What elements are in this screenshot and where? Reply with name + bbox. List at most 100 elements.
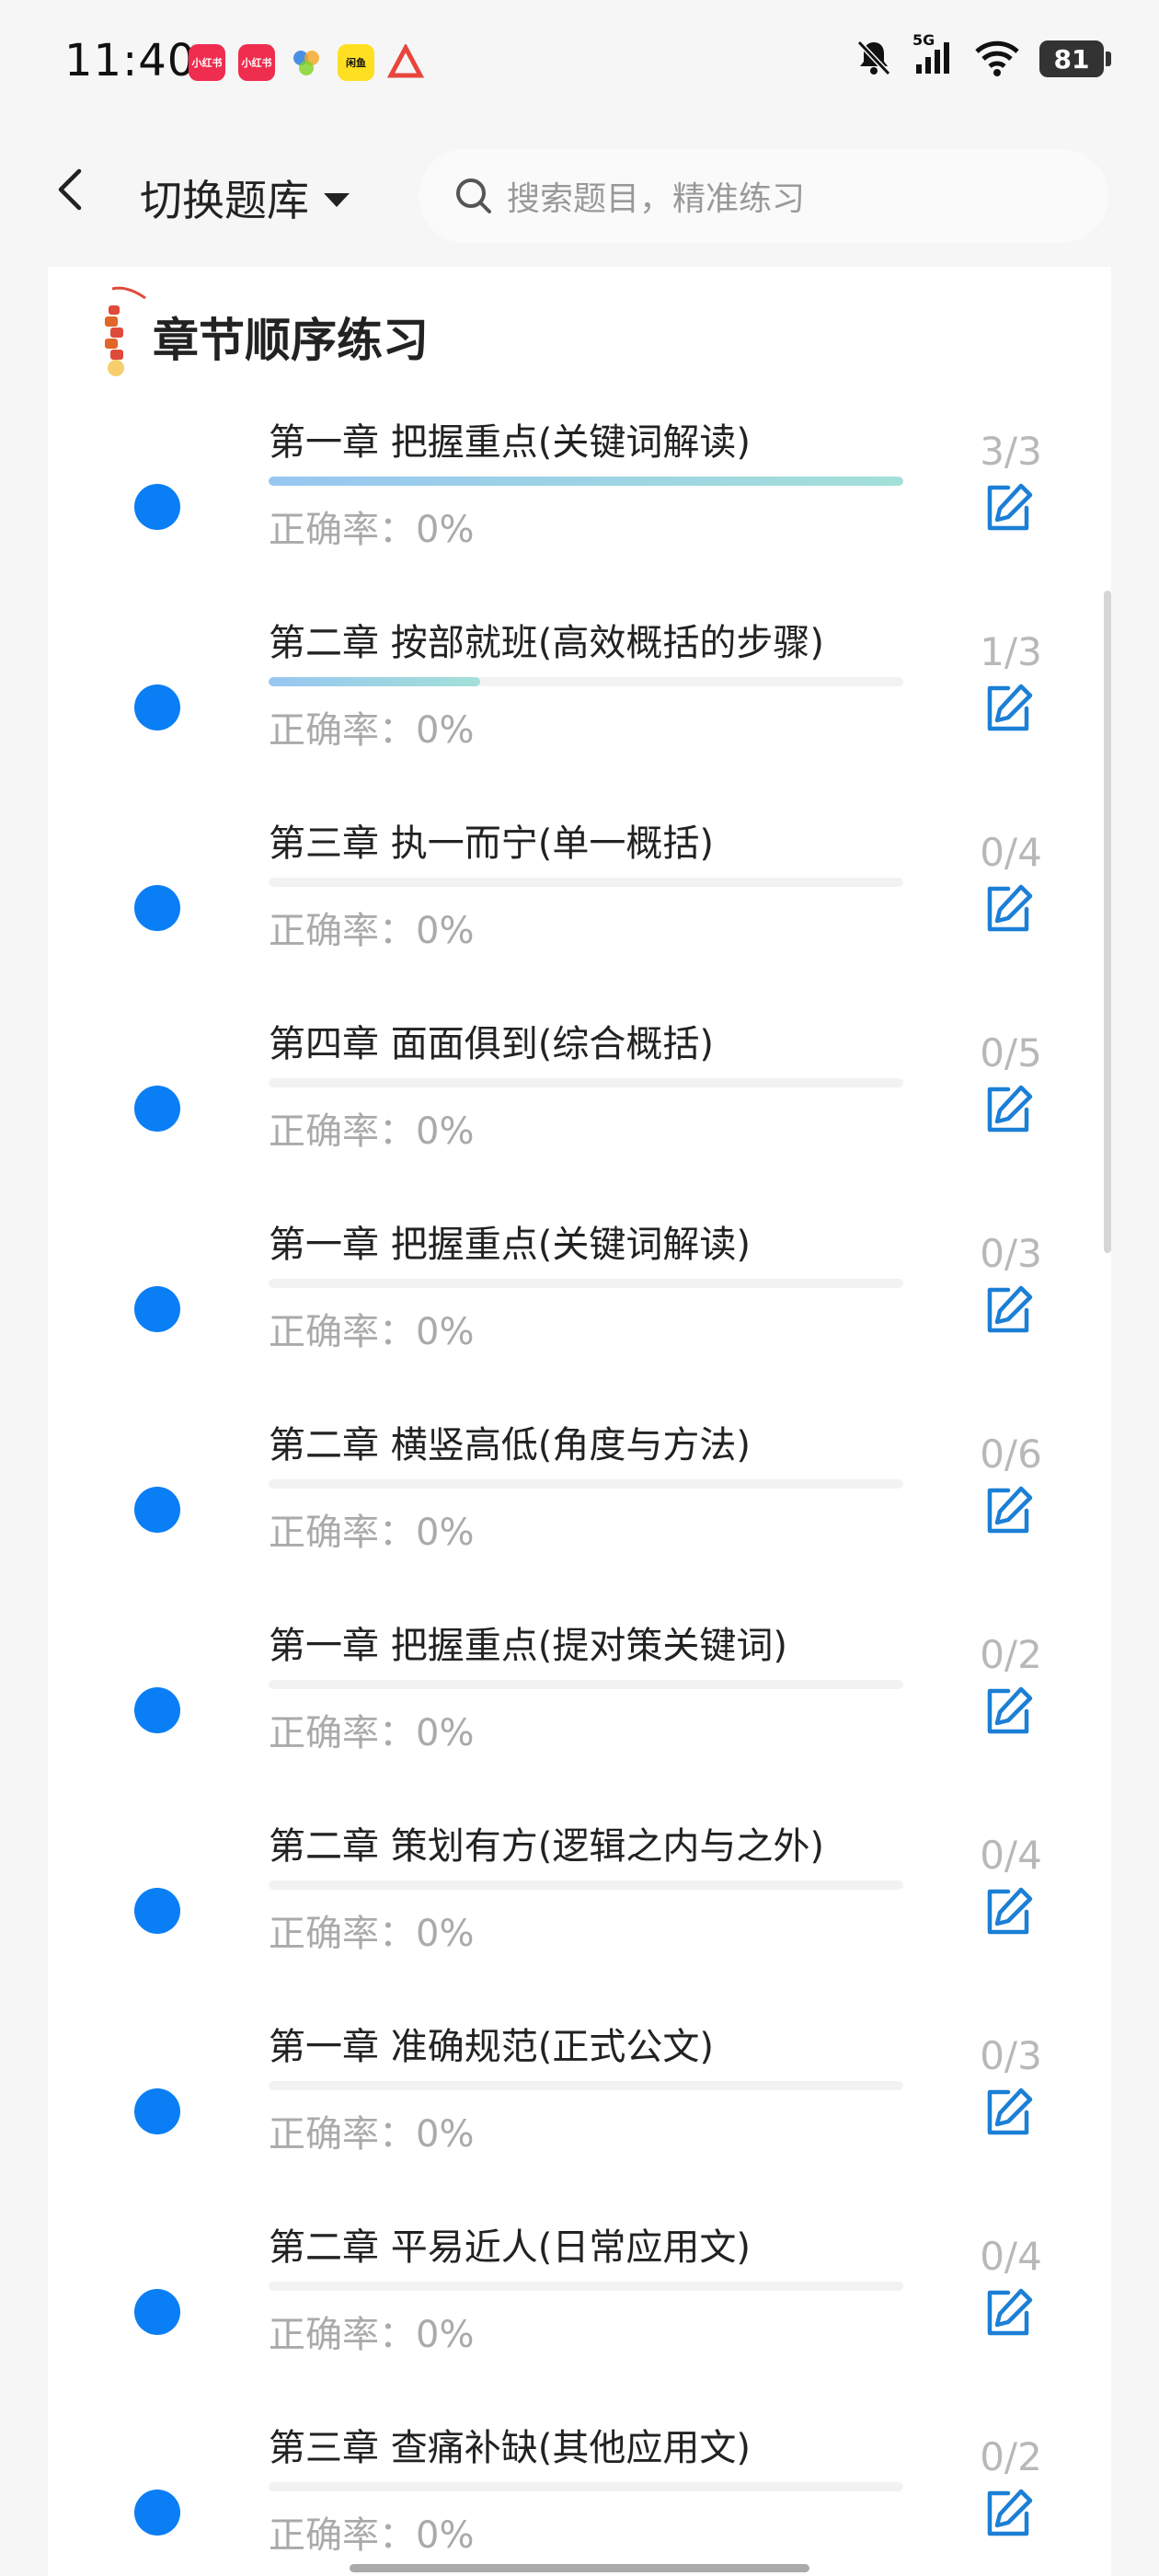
progress-bar xyxy=(269,2282,903,2291)
battery-indicator: 81 xyxy=(1039,40,1111,77)
question-count: 0/6 xyxy=(980,1432,1042,1477)
accuracy-text: 正确率：0% xyxy=(269,1512,475,1554)
top-nav: 切换题库 搜索题目，精准练习 xyxy=(0,129,1159,267)
chapter-practice-card: 章节顺序练习 第一章 把握重点(关键词解读) 正确率：0% 3/3 第二章 按部… xyxy=(48,267,1111,2576)
question-count: 0/2 xyxy=(980,2434,1042,2479)
status-dot xyxy=(134,885,180,931)
chapter-title: 第二章 按部就班(高效概括的步骤) xyxy=(269,622,824,664)
status-dot xyxy=(134,2490,180,2536)
xiaohongshu-app-icon-2: 小红书 xyxy=(238,44,275,81)
chapter-item[interactable]: 第二章 平易近人(日常应用文) 正确率：0% 0/4 xyxy=(48,2217,1111,2418)
status-time: 11:40 xyxy=(64,35,197,86)
question-count: 0/4 xyxy=(980,830,1042,875)
chapter-title: 第一章 把握重点(关键词解读) xyxy=(269,421,751,464)
edit-icon[interactable] xyxy=(981,881,1036,937)
switch-bank-dropdown[interactable]: 切换题库 xyxy=(140,167,350,228)
question-count: 0/2 xyxy=(980,1632,1042,1677)
accuracy-text: 正确率：0% xyxy=(269,1913,475,1955)
chapter-title: 第二章 策划有方(逻辑之内与之外) xyxy=(269,1825,824,1868)
accuracy-text: 正确率：0% xyxy=(269,1712,475,1754)
progress-bar xyxy=(269,1279,903,1288)
chapter-title: 第一章 把握重点(关键词解读) xyxy=(269,1224,751,1266)
chapter-item[interactable]: 第二章 策划有方(逻辑之内与之外) 正确率：0% 0/4 xyxy=(48,1816,1111,2017)
status-dot xyxy=(134,1888,180,1934)
chapter-item[interactable]: 第一章 把握重点(关键词解读) 正确率：0% 3/3 xyxy=(48,412,1111,613)
chapter-item[interactable]: 第四章 面面俱到(综合概括) 正确率：0% 0/5 xyxy=(48,1014,1111,1214)
firecracker-icon xyxy=(96,283,151,388)
chapter-title: 第三章 执一而宁(单一概括) xyxy=(269,822,714,865)
status-dot xyxy=(134,1687,180,1733)
chapter-item[interactable]: 第一章 准确规范(正式公文) 正确率：0% 0/3 xyxy=(48,2017,1111,2217)
question-count: 0/3 xyxy=(980,1231,1042,1276)
caret-down-icon xyxy=(324,192,350,207)
status-dot xyxy=(134,1487,180,1533)
edit-icon[interactable] xyxy=(981,2486,1036,2541)
progress-bar-fill xyxy=(269,477,903,486)
search-input[interactable]: 搜索题目，精准练习 xyxy=(419,149,1108,243)
search-icon xyxy=(456,178,491,213)
accuracy-text: 正确率：0% xyxy=(269,509,475,551)
chevron-left-icon xyxy=(58,168,82,211)
progress-bar xyxy=(269,878,903,887)
accuracy-text: 正确率：0% xyxy=(269,910,475,952)
red-triangle-app-icon xyxy=(387,44,424,81)
progress-bar xyxy=(269,1078,903,1087)
progress-bar xyxy=(269,2482,903,2491)
back-button[interactable] xyxy=(48,166,96,213)
status-dot xyxy=(134,1086,180,1132)
progress-bar xyxy=(269,1479,903,1489)
chapter-title: 第三章 查痛补缺(其他应用文) xyxy=(269,2427,751,2469)
progress-bar xyxy=(269,477,903,486)
chapter-title: 第四章 面面俱到(综合概括) xyxy=(269,1023,714,1065)
signal-icon: 5G xyxy=(912,31,955,81)
status-dot xyxy=(134,1286,180,1332)
colorful-app-icon xyxy=(288,44,325,81)
accuracy-text: 正确率：0% xyxy=(269,1311,475,1353)
status-dot xyxy=(134,2088,180,2134)
question-count: 3/3 xyxy=(980,429,1042,474)
search-placeholder: 搜索题目，精准练习 xyxy=(507,180,806,218)
chapter-item[interactable]: 第二章 按部就班(高效概括的步骤) 正确率：0% 1/3 xyxy=(48,613,1111,813)
edit-icon[interactable] xyxy=(981,480,1036,535)
network-type: 5G xyxy=(912,31,935,49)
progress-bar xyxy=(269,1680,903,1689)
chapter-title: 第二章 横竖高低(角度与方法) xyxy=(269,1424,751,1466)
progress-bar-fill xyxy=(269,677,480,686)
status-bar: 11:40 小红书 小红书 闲鱼 5G 81 xyxy=(0,0,1159,129)
notification-app-icons: 小红书 小红书 闲鱼 xyxy=(189,44,424,81)
edit-icon[interactable] xyxy=(981,2285,1036,2340)
accuracy-text: 正确率：0% xyxy=(269,2514,475,2557)
accuracy-text: 正确率：0% xyxy=(269,709,475,752)
question-count: 0/4 xyxy=(980,1833,1042,1878)
accuracy-text: 正确率：0% xyxy=(269,2113,475,2156)
edit-icon[interactable] xyxy=(981,2085,1036,2140)
edit-icon[interactable] xyxy=(981,1282,1036,1338)
home-indicator[interactable] xyxy=(350,2564,809,2572)
progress-bar xyxy=(269,677,903,686)
chapter-title: 第一章 把握重点(提对策关键词) xyxy=(269,1625,787,1667)
chapter-item[interactable]: 第二章 横竖高低(角度与方法) 正确率：0% 0/6 xyxy=(48,1415,1111,1616)
chapter-item[interactable]: 第三章 查痛补缺(其他应用文) 正确率：0% 0/2 xyxy=(48,2418,1111,2576)
mute-bell-icon xyxy=(854,37,894,81)
question-count: 0/4 xyxy=(980,2234,1042,2279)
section-title: 章节顺序练习 xyxy=(153,314,429,367)
chapter-item[interactable]: 第三章 执一而宁(单一概括) 正确率：0% 0/4 xyxy=(48,813,1111,1014)
scrollbar[interactable] xyxy=(1104,591,1111,1253)
xiaohongshu-app-icon: 小红书 xyxy=(189,44,225,81)
progress-bar xyxy=(269,1880,903,1890)
accuracy-text: 正确率：0% xyxy=(269,2314,475,2356)
edit-icon[interactable] xyxy=(981,1483,1036,1538)
edit-icon[interactable] xyxy=(981,1082,1036,1137)
edit-icon[interactable] xyxy=(981,1684,1036,1739)
chapter-item[interactable]: 第一章 把握重点(提对策关键词) 正确率：0% 0/2 xyxy=(48,1616,1111,1816)
chapter-title: 第一章 准确规范(正式公文) xyxy=(269,2026,714,2068)
edit-icon[interactable] xyxy=(981,681,1036,736)
progress-bar xyxy=(269,2081,903,2090)
chapter-item[interactable]: 第一章 把握重点(关键词解读) 正确率：0% 0/3 xyxy=(48,1214,1111,1415)
question-count: 0/5 xyxy=(980,1030,1042,1075)
edit-icon[interactable] xyxy=(981,1884,1036,1939)
status-dot xyxy=(134,684,180,730)
system-indicators: 5G 81 xyxy=(854,31,1111,81)
xianyu-app-icon: 闲鱼 xyxy=(338,44,374,81)
status-dot xyxy=(134,2289,180,2335)
